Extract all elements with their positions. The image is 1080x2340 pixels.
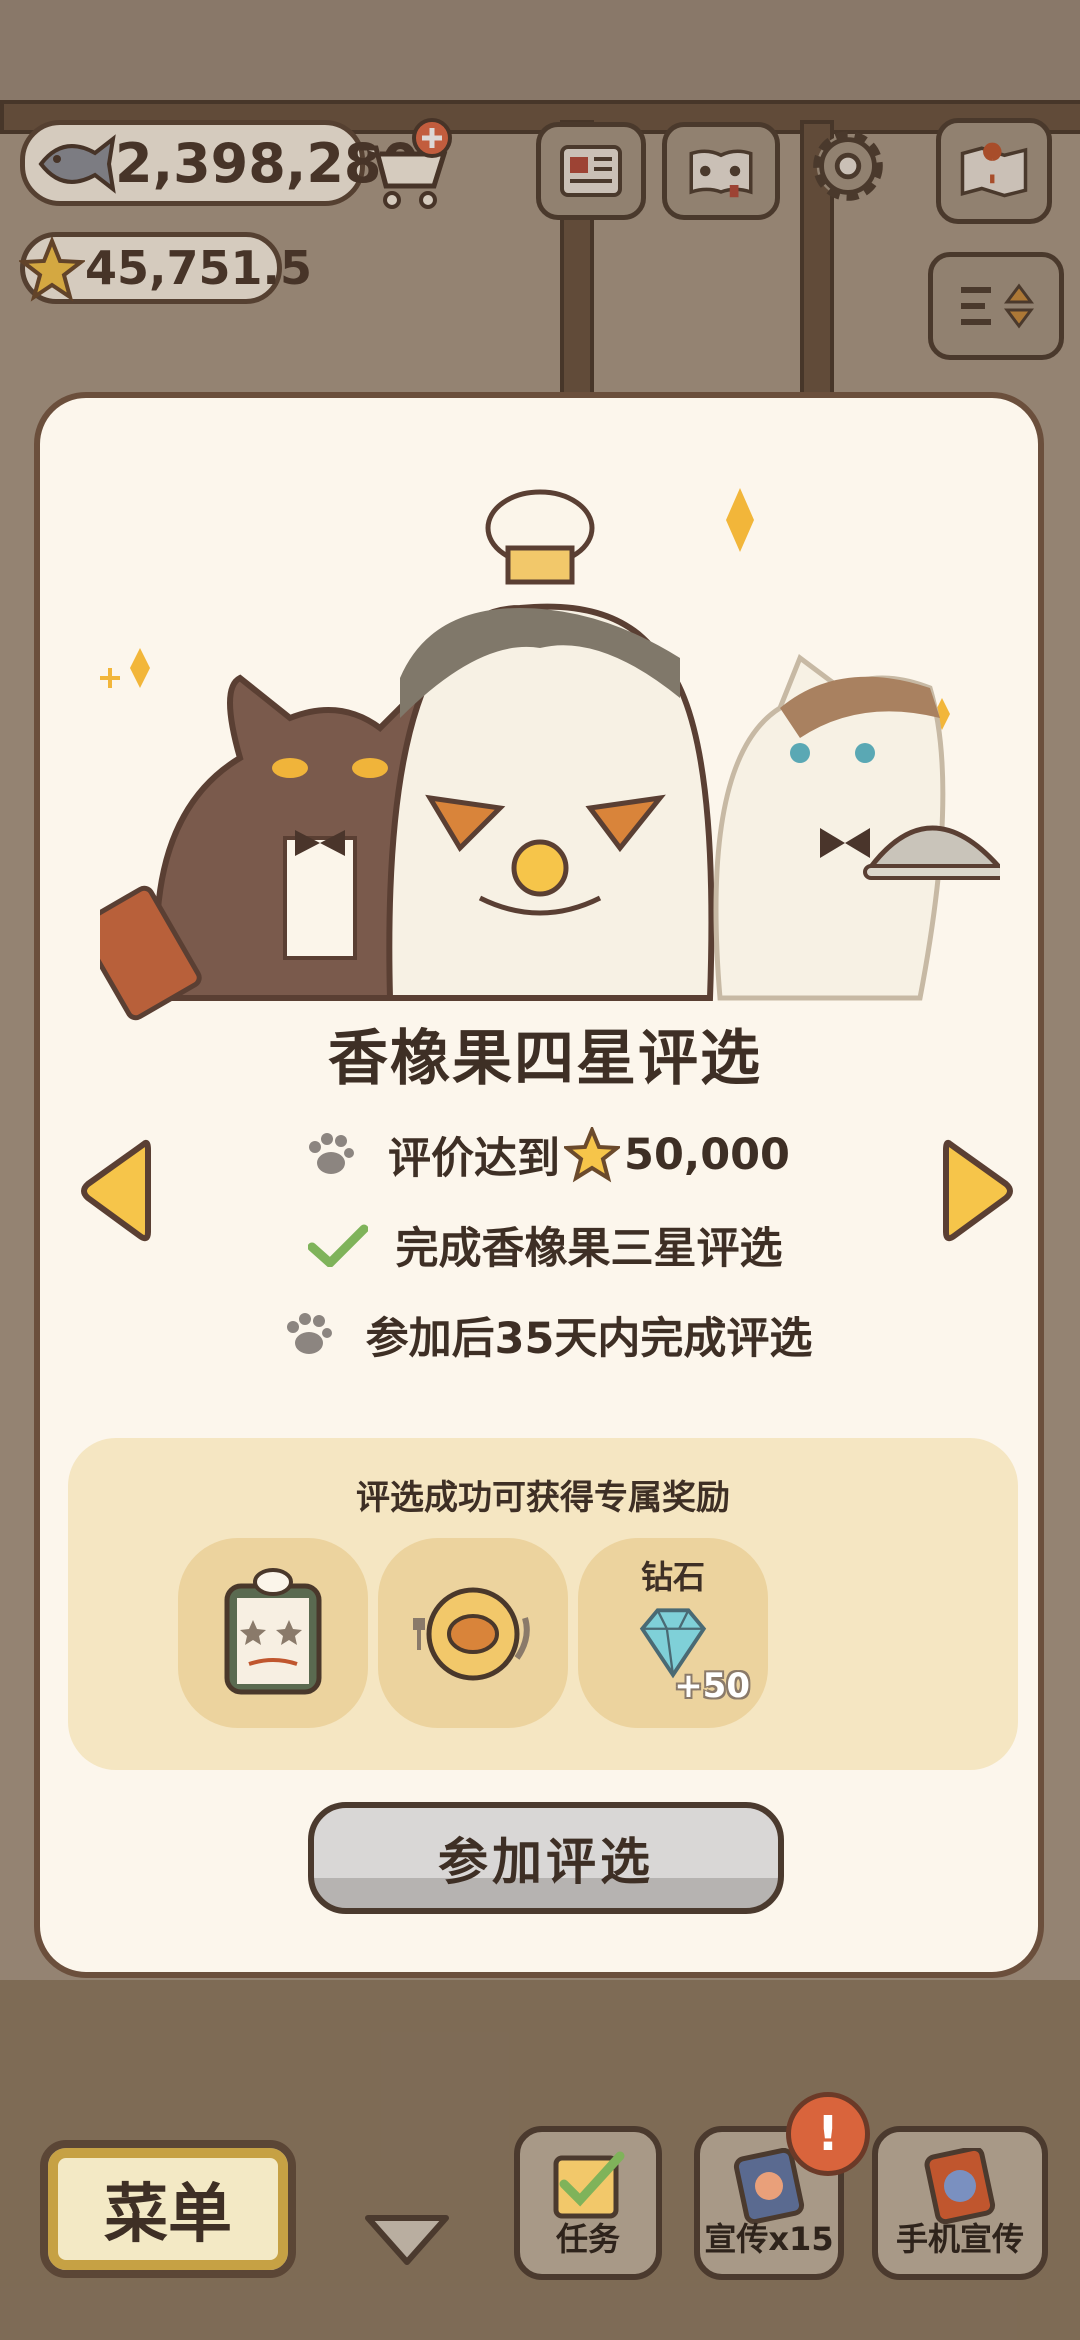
reward-diamond[interactable]: 钻石 +50 xyxy=(578,1538,768,1728)
plate-dish-icon xyxy=(413,1587,530,1681)
phone-promote-label: 手机宣传 xyxy=(895,2220,1024,2258)
rating-selection-dialog: 香橡果四星评选 评价达到 50,000 完成香橡果三星评选 参加后35天内完成评… xyxy=(34,392,1044,1978)
arrow-left-icon xyxy=(81,1139,151,1242)
promote-alert-badge: ! xyxy=(786,2092,870,2176)
checkmark-icon xyxy=(307,1220,368,1270)
requirement-rating-text: 评价达到 xyxy=(388,1134,561,1184)
collapse-chevron-button[interactable] xyxy=(362,2208,452,2268)
requirement-previous-text: 完成香橡果三星评选 xyxy=(395,1224,783,1274)
paw-icon xyxy=(278,1310,338,1360)
dialog-title: 香橡果四星评选 xyxy=(328,1024,762,1094)
requirement-time-text: 参加后35天内完成评选 xyxy=(365,1314,813,1364)
join-rating-button[interactable]: 参加评选 xyxy=(308,1802,784,1914)
star-icon xyxy=(564,1127,621,1183)
reward-panel: 评选成功可获得专属奖励 钻石 +50 xyxy=(68,1438,1018,1770)
requirement-previous-rating: 完成香橡果三星评选 xyxy=(40,1214,1038,1276)
reward-plate-dish[interactable] xyxy=(378,1538,568,1728)
reward-diamond-quantity: +50 xyxy=(674,1666,750,1706)
phone-promote-button[interactable]: 手机宣传 xyxy=(872,2126,1048,2280)
reward-diamond-label: 钻石 xyxy=(640,1558,705,1596)
requirement-rating-value: 50,000 xyxy=(624,1130,790,1180)
next-arrow-button[interactable] xyxy=(940,1136,1016,1246)
task-checklist-icon xyxy=(553,2151,625,2219)
phone-promo-icon xyxy=(924,2148,996,2224)
paw-icon xyxy=(300,1130,360,1180)
reward-title: 评选成功可获得专属奖励 xyxy=(356,1478,730,1518)
tasks-button[interactable]: 任务 xyxy=(514,2126,662,2280)
reward-rating-board[interactable] xyxy=(178,1538,368,1728)
previous-arrow-button[interactable] xyxy=(78,1136,154,1246)
requirement-rating: 评价达到 50,000 xyxy=(40,1124,1038,1186)
menu-button[interactable]: 菜单 xyxy=(40,2140,296,2278)
arrow-right-icon xyxy=(943,1139,1013,1242)
requirement-time-limit: 参加后35天内完成评选 xyxy=(40,1304,1038,1366)
rating-board-icon xyxy=(224,1568,322,1695)
promote-label: 宣传x15 xyxy=(704,2220,834,2258)
menu-button-label: 菜单 xyxy=(104,2178,232,2252)
tasks-label: 任务 xyxy=(555,2220,620,2258)
